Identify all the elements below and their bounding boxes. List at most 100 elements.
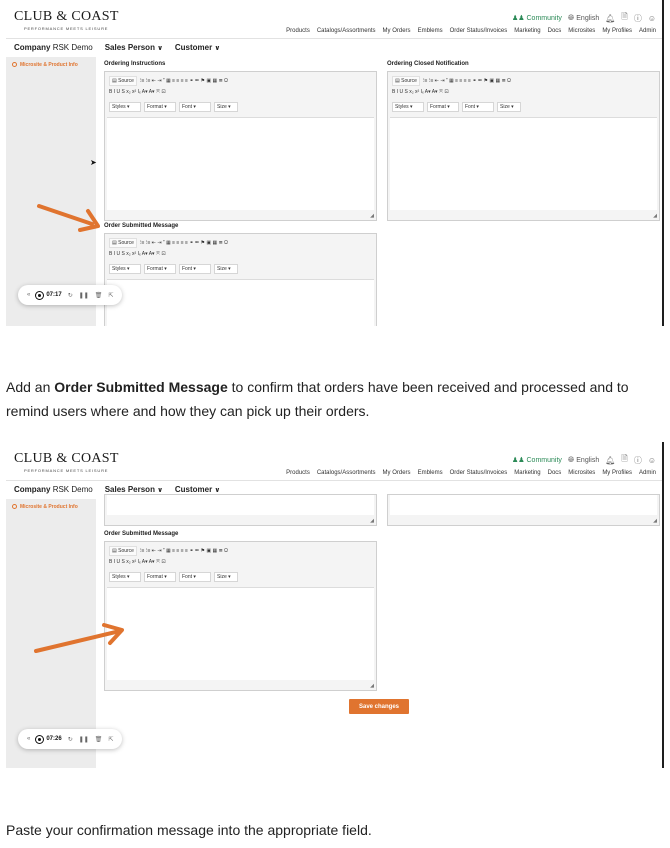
- restart-icon[interactable]: ↻: [68, 292, 73, 299]
- screen-recorder-controls: « 07:17 ↻ ❚❚ 🗑︎ ⇱: [18, 285, 123, 305]
- company-selector[interactable]: Company RSK Demo: [14, 43, 93, 52]
- user-icon[interactable]: ☺: [648, 456, 656, 465]
- editor-toolbar-row2[interactable]: B I U S x₂ x² Iₓ A▾ A▾ ⤧ ⊡: [109, 559, 166, 565]
- resize-handle-icon[interactable]: ◢: [653, 518, 657, 524]
- customer-dropdown[interactable]: Customer ∨: [175, 485, 220, 494]
- nav-docs[interactable]: Docs: [548, 28, 562, 34]
- editor-toolbar-row3: Styles ▾ Format ▾ Font ▾ Size ▾: [109, 572, 238, 582]
- brand-logo[interactable]: CLUB & COAST: [14, 451, 119, 467]
- record-icon[interactable]: [36, 735, 44, 743]
- bell-icon[interactable]: 🔔︎: [605, 14, 615, 23]
- size-dropdown[interactable]: Size ▾: [214, 264, 238, 274]
- font-dropdown[interactable]: Font ▾: [179, 264, 211, 274]
- nav-catalogs[interactable]: Catalogs/Assortments: [317, 470, 376, 476]
- size-dropdown[interactable]: Size ▾: [214, 102, 238, 112]
- sales-person-dropdown[interactable]: Sales Person ∨: [105, 485, 163, 494]
- customer-dropdown[interactable]: Customer ∨: [175, 43, 220, 52]
- editor-toolbar-row2[interactable]: B I U S x₂ x² Iₓ A▾ A▾ ⤧ ⊡: [109, 89, 166, 95]
- screen-recorder-controls: « 07:26 ↻ ❚❚ 🗑︎ ⇱: [18, 729, 123, 749]
- resize-handle-icon[interactable]: ◢: [370, 518, 374, 524]
- community-link[interactable]: ♟♟ Community: [512, 456, 562, 464]
- nav-catalogs[interactable]: Catalogs/Assortments: [317, 28, 376, 34]
- styles-dropdown[interactable]: Styles ▾: [109, 102, 141, 112]
- resize-handle-icon[interactable]: ◢: [653, 213, 657, 219]
- nav-microsites[interactable]: Microsites: [568, 28, 595, 34]
- document-icon[interactable]: 🗎︎: [621, 11, 627, 25]
- nav-my-orders[interactable]: My Orders: [383, 470, 411, 476]
- company-selector[interactable]: Company RSK Demo: [14, 485, 93, 494]
- format-dropdown[interactable]: Format ▾: [144, 264, 176, 274]
- community-link[interactable]: ♟♟ Community: [512, 14, 562, 22]
- toolbar-icons[interactable]: ⁝≡ ⁝≡ ⇤ ⇥ ” ▦ ≡ ≡ ≡ ≡ ⚭ ⚮ ⚑ ▣ ▦ ≣ Ω: [140, 240, 228, 246]
- user-icon[interactable]: ☺: [648, 14, 656, 23]
- brand-logo[interactable]: CLUB & COAST: [14, 9, 119, 25]
- trash-icon[interactable]: 🗑︎: [95, 292, 103, 299]
- sidebar-item-microsite-info[interactable]: Microsite & Product Info: [12, 62, 78, 68]
- ordering-closed-textarea[interactable]: [390, 495, 657, 515]
- size-dropdown[interactable]: Size ▾: [214, 572, 238, 582]
- collapse-icon[interactable]: «: [27, 292, 30, 298]
- nav-microsites[interactable]: Microsites: [568, 470, 595, 476]
- record-icon[interactable]: [36, 291, 44, 299]
- order-submitted-textarea[interactable]: [107, 279, 374, 326]
- nav-my-profiles[interactable]: My Profiles: [602, 470, 632, 476]
- nav-admin[interactable]: Admin: [639, 470, 656, 476]
- editor-toolbar-row2[interactable]: B I U S x₂ x² Iₓ A▾ A▾ ⤧ ⊡: [109, 251, 166, 257]
- toolbar-icons[interactable]: ⁝≡ ⁝≡ ⇤ ⇥ ” ▦ ≡ ≡ ≡ ≡ ⚭ ⚮ ⚑ ▣ ▦ ≣ Ω: [140, 78, 228, 84]
- pointer-icon[interactable]: ⇱: [108, 292, 113, 299]
- nav-marketing[interactable]: Marketing: [514, 470, 540, 476]
- document-icon[interactable]: 🗎︎: [621, 453, 627, 467]
- nav-my-profiles[interactable]: My Profiles: [602, 28, 632, 34]
- pause-icon[interactable]: ❚❚: [79, 736, 89, 743]
- save-changes-button[interactable]: Save changes: [349, 699, 409, 714]
- restart-icon[interactable]: ↻: [68, 736, 73, 743]
- ordering-instructions-textarea[interactable]: [107, 117, 374, 210]
- editor-toolbar-row2[interactable]: B I U S x₂ x² Iₓ A▾ A▾ ⤧ ⊡: [392, 89, 449, 95]
- language-selector[interactable]: 🌐︎ English: [568, 13, 599, 23]
- help-icon[interactable]: ⓘ: [634, 455, 642, 466]
- language-selector[interactable]: 🌐︎ English: [568, 455, 599, 465]
- font-dropdown[interactable]: Font ▾: [179, 102, 211, 112]
- nav-order-status[interactable]: Order Status/Invoices: [450, 28, 508, 34]
- nav-admin[interactable]: Admin: [639, 28, 656, 34]
- font-dropdown[interactable]: Font ▾: [462, 102, 494, 112]
- nav-products[interactable]: Products: [286, 28, 310, 34]
- toolbar-icons[interactable]: ⁝≡ ⁝≡ ⇤ ⇥ ” ▦ ≡ ≡ ≡ ≡ ⚭ ⚮ ⚑ ▣ ▦ ≣ Ω: [140, 548, 228, 554]
- sidebar-item-microsite-info[interactable]: Microsite & Product Info: [12, 504, 78, 510]
- nav-marketing[interactable]: Marketing: [514, 28, 540, 34]
- toolbar-icons[interactable]: ⁝≡ ⁝≡ ⇤ ⇥ ” ▦ ≡ ≡ ≡ ≡ ⚭ ⚮ ⚑ ▣ ▦ ≣ Ω: [423, 78, 511, 84]
- order-submitted-textarea[interactable]: [107, 587, 374, 680]
- nav-order-status[interactable]: Order Status/Invoices: [450, 470, 508, 476]
- collapse-icon[interactable]: «: [27, 736, 30, 742]
- trash-icon[interactable]: 🗑︎: [95, 736, 103, 743]
- nav-emblems[interactable]: Emblems: [418, 470, 443, 476]
- ordering-instructions-textarea[interactable]: [107, 495, 374, 515]
- nav-my-orders[interactable]: My Orders: [383, 28, 411, 34]
- resize-handle-icon[interactable]: ◢: [370, 683, 374, 689]
- bell-icon[interactable]: 🔔︎: [605, 456, 615, 465]
- nav-docs[interactable]: Docs: [548, 470, 562, 476]
- format-dropdown[interactable]: Format ▾: [144, 572, 176, 582]
- font-dropdown[interactable]: Font ▾: [179, 572, 211, 582]
- styles-dropdown[interactable]: Styles ▾: [109, 264, 141, 274]
- source-button[interactable]: ▤ Source: [109, 238, 137, 248]
- styles-dropdown[interactable]: Styles ▾: [392, 102, 424, 112]
- sales-person-dropdown[interactable]: Sales Person ∨: [105, 43, 163, 52]
- source-button[interactable]: ▤ Source: [109, 546, 137, 556]
- pause-icon[interactable]: ❚❚: [79, 292, 89, 299]
- order-submitted-editor: ▤ Source ⁝≡ ⁝≡ ⇤ ⇥ ” ▦ ≡ ≡ ≡ ≡ ⚭ ⚮ ⚑ ▣ ▦ …: [104, 233, 377, 326]
- ordering-closed-textarea[interactable]: [390, 117, 657, 210]
- format-dropdown[interactable]: Format ▾: [427, 102, 459, 112]
- help-icon[interactable]: ⓘ: [634, 13, 642, 24]
- nav-emblems[interactable]: Emblems: [418, 28, 443, 34]
- styles-dropdown[interactable]: Styles ▾: [109, 572, 141, 582]
- source-button[interactable]: ▤ Source: [109, 76, 137, 86]
- caption-bold-text: Order Submitted Message: [54, 379, 228, 395]
- source-button[interactable]: ▤ Source: [392, 76, 420, 86]
- pointer-icon[interactable]: ⇱: [108, 736, 113, 743]
- resize-handle-icon[interactable]: ◢: [370, 213, 374, 219]
- info-icon: [12, 62, 17, 68]
- nav-products[interactable]: Products: [286, 470, 310, 476]
- format-dropdown[interactable]: Format ▾: [144, 102, 176, 112]
- size-dropdown[interactable]: Size ▾: [497, 102, 521, 112]
